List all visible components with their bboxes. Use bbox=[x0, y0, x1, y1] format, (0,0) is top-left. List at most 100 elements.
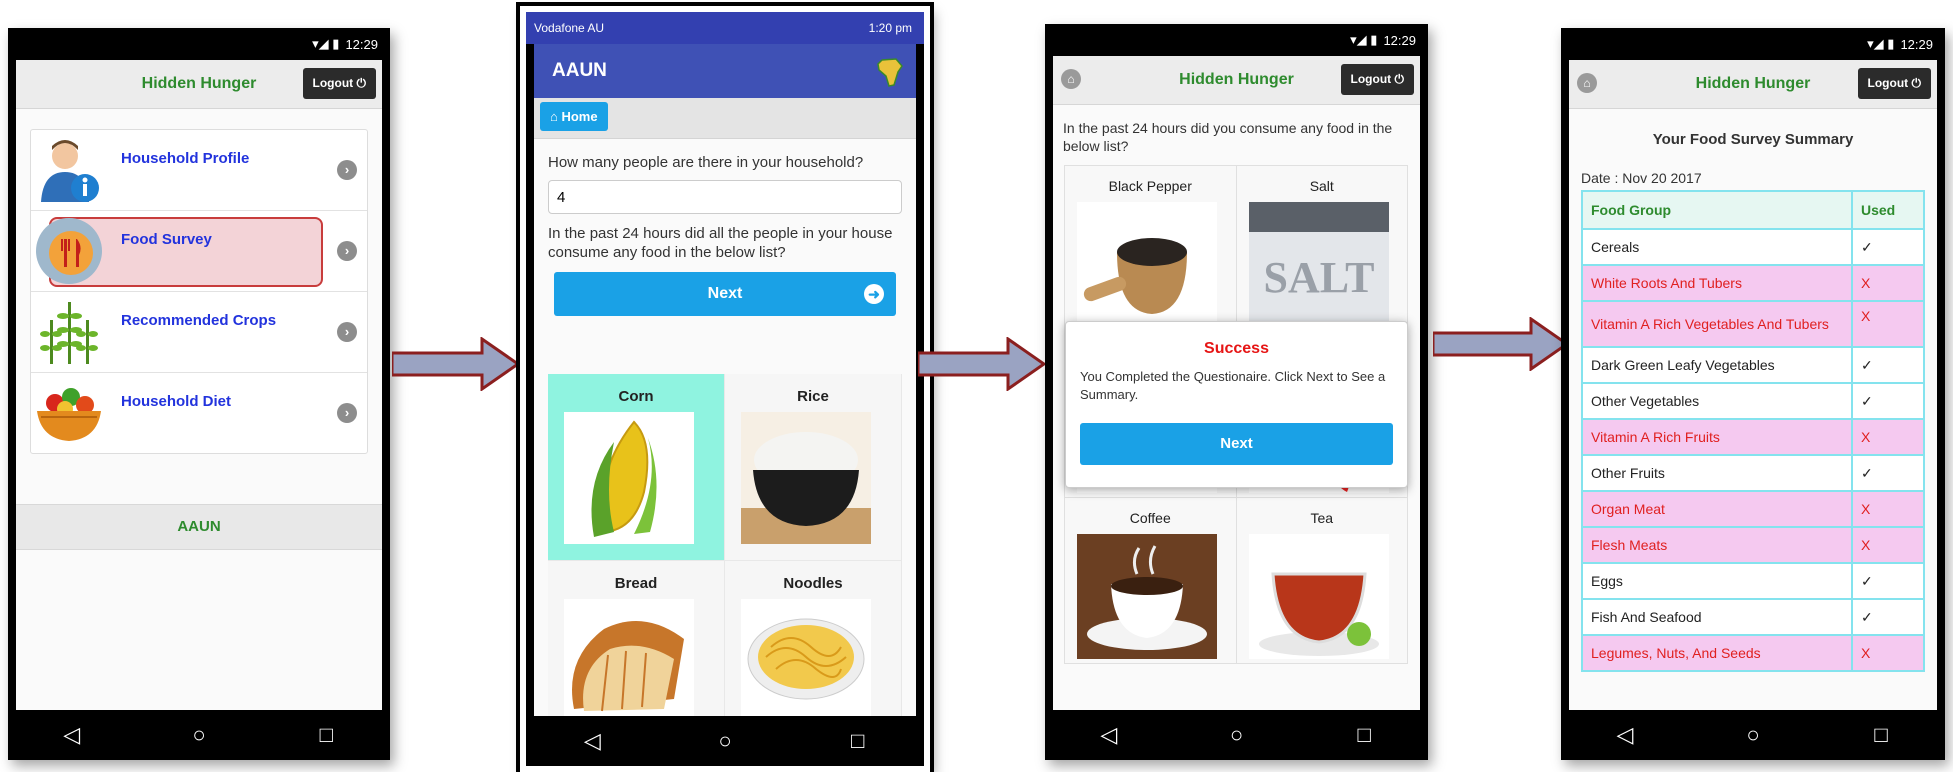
table-row: Fish And Seafood ✓ bbox=[1581, 598, 1925, 636]
food-grid: Corn Rice Bread Noodles bbox=[548, 374, 902, 716]
status-time: 12:29 bbox=[1383, 32, 1416, 48]
food-group-cell: Cereals bbox=[1581, 228, 1853, 266]
column-header: Food Group bbox=[1581, 190, 1853, 230]
food-name: Tea bbox=[1310, 510, 1334, 526]
dialog-title: Success bbox=[1204, 340, 1269, 357]
home-circle-icon[interactable]: ○ bbox=[1216, 722, 1256, 748]
food-tile-tea[interactable]: Tea bbox=[1235, 497, 1408, 664]
phone-2: Vodafone AU 1:20 pm AAUN ⌂ Home How many… bbox=[516, 2, 934, 772]
wifi-icon: ▾◢ ▮ bbox=[1350, 32, 1378, 47]
menu-item-recommended-crops[interactable]: Recommended Crops › bbox=[31, 292, 367, 373]
recents-icon[interactable]: □ bbox=[1861, 722, 1901, 748]
menu-item-household-profile[interactable]: Household Profile › bbox=[31, 130, 367, 211]
bread-image bbox=[564, 599, 694, 716]
table-header-row: Food Group Used bbox=[1581, 190, 1925, 230]
summary-title: Your Food Survey Summary bbox=[1652, 131, 1854, 148]
food-group-cell: Vitamin A Rich Fruits bbox=[1581, 418, 1853, 456]
next-button-label: Next bbox=[707, 285, 743, 302]
back-icon[interactable]: ◁ bbox=[572, 728, 612, 754]
household-size-input[interactable]: 4 bbox=[548, 180, 902, 214]
used-cell: ✓ bbox=[1851, 228, 1925, 266]
menu-label: Household Diet bbox=[121, 393, 232, 410]
used-cell: ✓ bbox=[1851, 454, 1925, 492]
table-row: Cereals ✓ bbox=[1581, 228, 1925, 266]
status-bar: ▾◢ ▮ 12:29 bbox=[8, 28, 390, 60]
dialog-message: You Completed the Questionaire. Click Ne… bbox=[1080, 369, 1386, 402]
status-bar: ▾◢ ▮ 12:29 bbox=[1561, 28, 1945, 60]
menu-item-household-diet[interactable]: Household Diet › bbox=[31, 373, 367, 453]
fruit-bowl-icon bbox=[37, 388, 101, 441]
phone-4: ▾◢ ▮ 12:29 ⌂ Hidden Hunger Logout ⏻ Your… bbox=[1561, 28, 1945, 760]
table-row: Dark Green Leafy Vegetables ✓ bbox=[1581, 346, 1925, 384]
corn-image bbox=[564, 412, 694, 544]
back-icon[interactable]: ◁ bbox=[1089, 722, 1129, 748]
app-title: AAUN bbox=[552, 60, 607, 81]
home-button[interactable]: ⌂ Home bbox=[540, 102, 608, 131]
food-group-cell: Vitamin A Rich Vegetables And Tubers bbox=[1581, 300, 1853, 348]
food-name: Bread bbox=[614, 575, 658, 592]
food-tile-salt[interactable]: Salt SALT bbox=[1235, 165, 1408, 332]
screen-survey-summary: ⌂ Hidden Hunger Logout ⏻ Your Food Surve… bbox=[1569, 60, 1937, 710]
food-group-cell: Fish And Seafood bbox=[1581, 598, 1853, 636]
home-circle-icon[interactable]: ○ bbox=[705, 728, 745, 754]
column-header: Used bbox=[1851, 190, 1925, 230]
food-name: Salt bbox=[1309, 178, 1334, 194]
table-row: Vitamin A Rich Vegetables And Tubers X bbox=[1581, 300, 1925, 348]
app-bar: ⌂ Hidden Hunger Logout ⏻ bbox=[1569, 60, 1937, 109]
wifi-icon: ▾◢ ▮ bbox=[312, 36, 340, 51]
app-bar: Hidden Hunger Logout ⏻ bbox=[16, 60, 382, 109]
coffee-image bbox=[1077, 534, 1217, 659]
carrier-label: Vodafone AU bbox=[534, 21, 605, 35]
home-icon[interactable]: ⌂ bbox=[1061, 69, 1081, 89]
chevron-right-icon[interactable]: › bbox=[337, 403, 357, 423]
food-group-cell: Eggs bbox=[1581, 562, 1853, 600]
logout-button[interactable]: Logout ⏻ bbox=[1340, 64, 1414, 95]
crops-icon bbox=[40, 302, 98, 364]
food-tile-black-pepper[interactable]: Black Pepper bbox=[1064, 165, 1237, 332]
food-tile-coffee[interactable]: Coffee bbox=[1064, 497, 1237, 664]
chevron-right-icon[interactable]: › bbox=[337, 322, 357, 342]
food-group-cell: Other Vegetables bbox=[1581, 382, 1853, 420]
food-tile-rice[interactable]: Rice bbox=[725, 374, 902, 561]
food-name: Black Pepper bbox=[1108, 178, 1192, 194]
screen-household-question: AAUN ⌂ Home How many people are there in… bbox=[534, 44, 916, 716]
used-cell: X bbox=[1851, 490, 1925, 528]
table-row: White Roots And Tubers X bbox=[1581, 264, 1925, 302]
food-tile-corn[interactable]: Corn bbox=[548, 374, 725, 561]
table-row: Flesh Meats X bbox=[1581, 526, 1925, 564]
chevron-right-icon[interactable]: › bbox=[337, 160, 357, 180]
android-nav-bar: ◁ ○ □ bbox=[8, 710, 390, 760]
home-circle-icon[interactable]: ○ bbox=[179, 722, 219, 748]
phone-1: ▾◢ ▮ 12:29 Hidden Hunger Logout ⏻ Househ… bbox=[8, 28, 390, 760]
menu-label: Household Profile bbox=[121, 150, 250, 167]
tea-image bbox=[1248, 534, 1389, 659]
used-cell: ✓ bbox=[1851, 562, 1925, 600]
dialog-next-button[interactable]: Next bbox=[1080, 423, 1393, 465]
food-name: Rice bbox=[797, 388, 829, 405]
food-tile-noodles[interactable]: Noodles bbox=[725, 561, 902, 716]
chevron-right-icon[interactable]: › bbox=[337, 241, 357, 261]
app-bar: AAUN bbox=[534, 44, 916, 98]
recents-icon[interactable]: □ bbox=[306, 722, 346, 748]
used-cell: X bbox=[1851, 526, 1925, 564]
food-tile-bread[interactable]: Bread bbox=[548, 561, 725, 716]
flow-arrow-icon bbox=[1433, 317, 1569, 371]
table-row: Legumes, Nuts, And Seeds X bbox=[1581, 634, 1925, 672]
back-icon[interactable]: ◁ bbox=[1605, 722, 1645, 748]
table-row: Organ Meat X bbox=[1581, 490, 1925, 528]
house-icon: ⌂ bbox=[550, 109, 562, 124]
africa-map-icon bbox=[877, 58, 903, 87]
used-cell: X bbox=[1851, 264, 1925, 302]
food-group-cell: White Roots And Tubers bbox=[1581, 264, 1853, 302]
recents-icon[interactable]: □ bbox=[838, 728, 878, 754]
logout-button[interactable]: Logout ⏻ bbox=[1857, 68, 1931, 99]
logout-button[interactable]: Logout ⏻ bbox=[302, 68, 376, 99]
home-icon[interactable]: ⌂ bbox=[1577, 73, 1597, 93]
menu-label: Food Survey bbox=[121, 231, 212, 248]
back-icon[interactable]: ◁ bbox=[52, 722, 92, 748]
home-circle-icon[interactable]: ○ bbox=[1733, 722, 1773, 748]
recents-icon[interactable]: □ bbox=[1344, 722, 1384, 748]
next-button[interactable]: Next ➜ bbox=[554, 272, 896, 316]
menu-item-food-survey[interactable]: Food Survey › bbox=[31, 211, 367, 292]
flow-arrow-icon bbox=[918, 337, 1046, 391]
